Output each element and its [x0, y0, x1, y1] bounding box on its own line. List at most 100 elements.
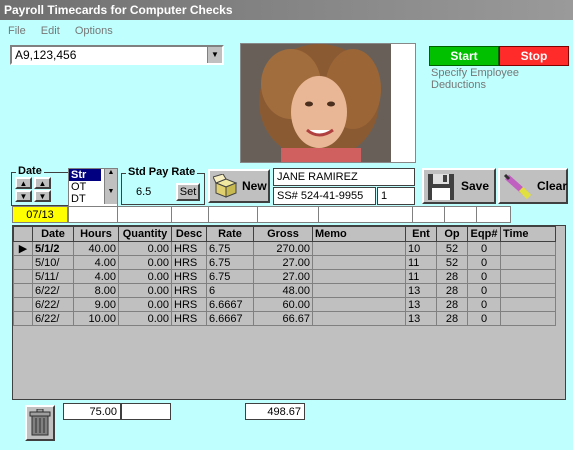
- scroll-down-icon[interactable]: ▼: [105, 188, 117, 195]
- cell-rate[interactable]: 6: [206, 283, 254, 298]
- cell-quantity[interactable]: 0.00: [118, 241, 172, 256]
- col-gross[interactable]: Gross: [253, 226, 313, 242]
- set-rate-button[interactable]: Set: [176, 183, 200, 201]
- employee-name-field[interactable]: JANE RAMIREZ: [273, 168, 415, 186]
- date-up-right-arrow-icon[interactable]: ▲: [34, 177, 51, 189]
- cell-eqp[interactable]: 0: [467, 241, 501, 256]
- cell-memo[interactable]: [312, 311, 406, 326]
- menu-edit[interactable]: Edit: [41, 25, 60, 37]
- cell-rate[interactable]: 6.75: [206, 269, 254, 284]
- row-selector[interactable]: [13, 311, 33, 326]
- cell-quantity[interactable]: 0.00: [118, 269, 172, 284]
- col-date[interactable]: Date: [32, 226, 74, 242]
- cell-ent[interactable]: 11: [405, 255, 437, 270]
- cell-date[interactable]: 5/10/: [32, 255, 74, 270]
- pay-type-str[interactable]: Str: [69, 169, 101, 181]
- cell-op[interactable]: 28: [436, 283, 468, 298]
- chevron-down-icon[interactable]: ▼: [207, 47, 222, 63]
- entry-row[interactable]: [68, 206, 511, 223]
- cell-date[interactable]: 5/11/: [32, 269, 74, 284]
- cell-desc[interactable]: HRS: [171, 255, 207, 270]
- scroll-up-icon[interactable]: ▲: [105, 169, 117, 176]
- cell-memo[interactable]: [312, 297, 406, 312]
- cell-hours[interactable]: 4.00: [73, 269, 119, 284]
- employee-number-field[interactable]: 1: [377, 187, 415, 205]
- cell-gross[interactable]: 27.00: [253, 269, 313, 284]
- col-desc[interactable]: Desc: [171, 226, 207, 242]
- cell-rate[interactable]: 6.6667: [206, 297, 254, 312]
- cell-date[interactable]: 5/1/2: [32, 241, 74, 256]
- start-button[interactable]: Start: [429, 46, 499, 66]
- table-row[interactable]: 6/22/ 8.00 0.00 HRS 6 48.00 13 28 0: [13, 283, 556, 298]
- cell-gross[interactable]: 66.67: [253, 311, 313, 326]
- menu-options[interactable]: Options: [75, 25, 113, 37]
- table-row[interactable]: ▶ 5/1/2 40.00 0.00 HRS 6.75 270.00 10 52…: [13, 241, 556, 256]
- delete-button[interactable]: [25, 405, 55, 441]
- col-memo[interactable]: Memo: [312, 226, 406, 242]
- cell-ent[interactable]: 11: [405, 269, 437, 284]
- cell-rate[interactable]: 6.75: [206, 241, 254, 256]
- date-down-right-arrow-icon[interactable]: ▼: [34, 190, 51, 202]
- cell-time[interactable]: [500, 283, 556, 298]
- col-time[interactable]: Time: [500, 226, 556, 242]
- table-row[interactable]: 5/11/ 4.00 0.00 HRS 6.75 27.00 11 28 0: [13, 269, 556, 284]
- stop-button[interactable]: Stop: [499, 46, 569, 66]
- cell-gross[interactable]: 60.00: [253, 297, 313, 312]
- cell-memo[interactable]: [312, 255, 406, 270]
- clear-button[interactable]: Clear: [498, 168, 568, 204]
- date-down-left-arrow-icon[interactable]: ▼: [15, 190, 32, 202]
- new-button[interactable]: New: [208, 169, 270, 203]
- cell-eqp[interactable]: 0: [467, 297, 501, 312]
- cell-gross[interactable]: 48.00: [253, 283, 313, 298]
- cell-memo[interactable]: [312, 269, 406, 284]
- cell-hours[interactable]: 8.00: [73, 283, 119, 298]
- cell-quantity[interactable]: 0.00: [118, 283, 172, 298]
- cell-rate[interactable]: 6.75: [206, 255, 254, 270]
- table-row[interactable]: 6/22/ 9.00 0.00 HRS 6.6667 60.00 13 28 0: [13, 297, 556, 312]
- cell-hours[interactable]: 4.00: [73, 255, 119, 270]
- cell-eqp[interactable]: 0: [467, 311, 501, 326]
- cell-quantity[interactable]: 0.00: [118, 297, 172, 312]
- cell-quantity[interactable]: 0.00: [118, 311, 172, 326]
- col-hours[interactable]: Hours: [73, 226, 119, 242]
- cell-eqp[interactable]: 0: [467, 269, 501, 284]
- cell-op[interactable]: 28: [436, 311, 468, 326]
- table-row[interactable]: 5/10/ 4.00 0.00 HRS 6.75 27.00 11 52 0: [13, 255, 556, 270]
- col-quantity[interactable]: Quantity: [118, 226, 172, 242]
- cell-eqp[interactable]: 0: [467, 255, 501, 270]
- cell-date[interactable]: 6/22/: [32, 283, 74, 298]
- employee-select[interactable]: A9,123,456 ▼: [10, 45, 224, 65]
- cell-op[interactable]: 28: [436, 297, 468, 312]
- col-op[interactable]: Op: [436, 226, 468, 242]
- cell-rate[interactable]: 6.6667: [206, 311, 254, 326]
- employee-ssn-field[interactable]: SS# 524-41-9955: [273, 187, 376, 205]
- cell-memo[interactable]: [312, 241, 406, 256]
- cell-ent[interactable]: 13: [405, 311, 437, 326]
- cell-date[interactable]: 6/22/: [32, 311, 74, 326]
- col-rate[interactable]: Rate: [206, 226, 254, 242]
- cell-op[interactable]: 52: [436, 255, 468, 270]
- cell-time[interactable]: [500, 269, 556, 284]
- row-selector[interactable]: [13, 297, 33, 312]
- date-up-left-arrow-icon[interactable]: ▲: [15, 177, 32, 189]
- cell-time[interactable]: [500, 255, 556, 270]
- cell-desc[interactable]: HRS: [171, 269, 207, 284]
- cell-date[interactable]: 6/22/: [32, 297, 74, 312]
- row-selector[interactable]: [13, 255, 33, 270]
- cell-memo[interactable]: [312, 283, 406, 298]
- cell-hours[interactable]: 40.00: [73, 241, 119, 256]
- cell-desc[interactable]: HRS: [171, 297, 207, 312]
- menu-file[interactable]: File: [8, 25, 26, 37]
- cell-gross[interactable]: 27.00: [253, 255, 313, 270]
- cell-desc[interactable]: HRS: [171, 241, 207, 256]
- pay-type-list[interactable]: Str OT DT ▲ ▼: [68, 168, 118, 207]
- cell-desc[interactable]: HRS: [171, 283, 207, 298]
- cell-ent[interactable]: 13: [405, 283, 437, 298]
- cell-hours[interactable]: 9.00: [73, 297, 119, 312]
- current-date-field[interactable]: 07/13: [12, 206, 68, 223]
- row-selector[interactable]: [13, 283, 33, 298]
- col-eqp[interactable]: Eqp#: [467, 226, 501, 242]
- cell-hours[interactable]: 10.00: [73, 311, 119, 326]
- save-button[interactable]: Save: [422, 168, 496, 204]
- cell-quantity[interactable]: 0.00: [118, 255, 172, 270]
